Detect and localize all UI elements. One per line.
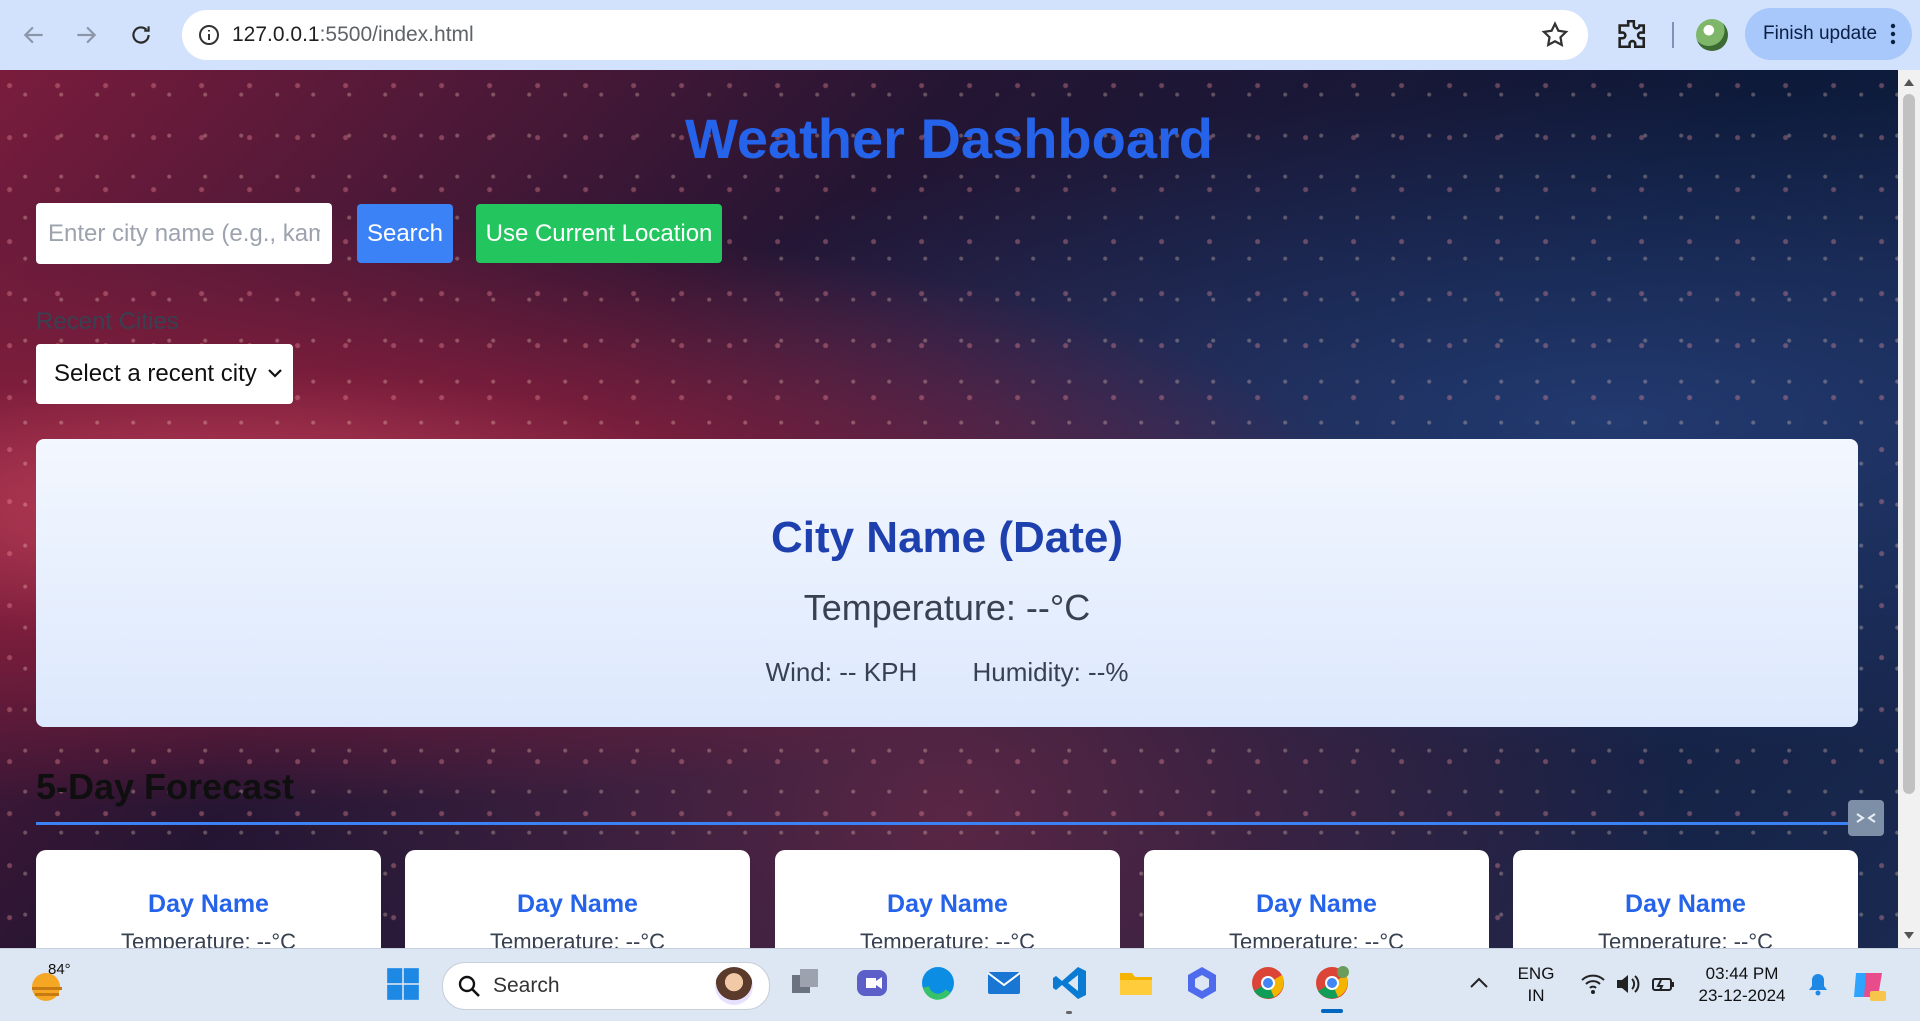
clock[interactable]: 03:44 PM 23-12-2024	[1694, 963, 1790, 1007]
humidity-value: Humidity: --%	[972, 657, 1129, 687]
region-code: IN	[1527, 986, 1545, 1005]
recent-city-select[interactable]: Select a recent city	[36, 344, 293, 404]
forecast-day-card: Day Name Temperature: --°C	[1513, 850, 1858, 948]
copilot-app-icon[interactable]	[1182, 963, 1222, 1003]
recent-cities-label: Recent Cities	[36, 308, 179, 335]
taskbar-search-label: Search	[493, 974, 560, 997]
copilot-icon[interactable]	[1848, 965, 1888, 1005]
collapse-widget-button[interactable]	[1848, 800, 1884, 836]
url-host: 127.0.0.1	[232, 23, 320, 46]
forecast-day-temperature: Temperature: --°C	[489, 929, 666, 948]
language-code: ENG	[1517, 964, 1555, 983]
chrome-profile-icon[interactable]	[1312, 963, 1352, 1003]
current-weather-card: City Name (Date) Temperature: --°C Wind:…	[36, 439, 1858, 727]
wifi-icon[interactable]	[1580, 971, 1606, 997]
finish-update-button[interactable]: Finish update	[1745, 8, 1912, 60]
chevron-down-icon	[268, 369, 282, 378]
more-menu-icon[interactable]	[1890, 22, 1896, 46]
notification-bell-icon[interactable]	[1806, 971, 1830, 997]
profile-avatar[interactable]	[1696, 19, 1728, 51]
url-path: :5500/index.html	[319, 23, 474, 46]
clock-date: 23-12-2024	[1698, 986, 1786, 1005]
forecast-day-temperature: Temperature: --°C	[1597, 929, 1774, 948]
forecast-heading: 5-Day Forecast	[36, 766, 295, 807]
city-search-input[interactable]	[36, 203, 332, 264]
wind-value: Wind: -- KPH	[765, 657, 918, 687]
windows-start-icon[interactable]	[384, 965, 422, 1003]
volume-icon[interactable]	[1614, 971, 1640, 997]
reload-button[interactable]	[116, 10, 166, 60]
vscode-icon[interactable]	[1050, 963, 1090, 1003]
forecast-day-name: Day Name	[1256, 890, 1377, 918]
forecast-day-name: Day Name	[887, 890, 1008, 918]
reload-icon	[132, 26, 150, 44]
task-view-icon[interactable]	[786, 963, 826, 1003]
back-arrow-icon	[23, 26, 43, 44]
browser-toolbar: 127.0.0.1:5500/index.html Finish update	[0, 0, 1920, 70]
search-button[interactable]: Search	[357, 204, 453, 263]
collapse-icon	[1856, 813, 1876, 823]
scroll-down-icon[interactable]	[1904, 932, 1914, 940]
windows-taskbar: 84° Search ENG IN 03:44 PM 23-12-2024	[0, 948, 1920, 1021]
scroll-up-icon[interactable]	[1904, 78, 1914, 86]
use-current-location-button[interactable]: Use Current Location	[476, 204, 722, 263]
page-title: Weather Dashboard	[685, 107, 1213, 170]
forecast-day-name: Day Name	[1625, 890, 1746, 918]
scrollbar-thumb[interactable]	[1903, 94, 1915, 794]
clock-time: 03:44 PM	[1705, 964, 1779, 983]
site-info-icon[interactable]	[194, 20, 224, 50]
language-indicator[interactable]: ENG IN	[1508, 963, 1564, 1007]
page-viewport: Weather Dashboard Search Use Current Loc…	[0, 70, 1898, 948]
taskbar-search-box[interactable]: Search	[442, 962, 770, 1010]
forecast-day-name: Day Name	[517, 890, 638, 918]
current-temperature: Temperature: --°C	[803, 587, 1091, 628]
finish-update-label: Finish update	[1763, 23, 1878, 44]
edge-icon[interactable]	[918, 963, 958, 1003]
forecast-divider	[36, 822, 1858, 825]
forecast-day-temperature: Temperature: --°C	[859, 929, 1036, 948]
current-metrics: Wind: -- KPH Humidity: --%	[36, 657, 1858, 688]
mail-icon[interactable]	[984, 963, 1024, 1003]
battery-icon[interactable]	[1650, 971, 1676, 997]
forecast-day-card: Day Name Temperature: --°C	[775, 850, 1120, 948]
back-button[interactable]	[9, 10, 59, 60]
active-app-indicator	[1321, 1009, 1343, 1013]
forecast-day-name: Day Name	[148, 890, 269, 918]
toolbar-divider	[1672, 22, 1674, 48]
bookmark-star-icon[interactable]	[1540, 20, 1570, 50]
search-highlight-image	[715, 967, 753, 1005]
search-icon	[458, 975, 480, 997]
url-text: 127.0.0.1:5500/index.html	[232, 23, 474, 47]
recent-city-selected: Select a recent city	[54, 360, 257, 387]
address-bar[interactable]: 127.0.0.1:5500/index.html	[182, 10, 1588, 60]
teams-icon[interactable]	[852, 963, 892, 1003]
forward-button[interactable]	[61, 10, 111, 60]
chrome-icon[interactable]	[1248, 963, 1288, 1003]
weather-temperature: 84°	[48, 961, 71, 978]
forecast-day-card: Day Name Temperature: --°C	[36, 850, 381, 948]
forecast-day-card: Day Name Temperature: --°C	[405, 850, 750, 948]
extensions-icon[interactable]	[1614, 17, 1648, 51]
forecast-day-temperature: Temperature: --°C	[120, 929, 297, 948]
file-explorer-icon[interactable]	[1116, 963, 1156, 1003]
city-date-title: City Name (Date)	[770, 513, 1124, 562]
forward-arrow-icon	[77, 26, 97, 44]
page-scrollbar[interactable]	[1898, 70, 1920, 948]
forecast-day-card: Day Name Temperature: --°C	[1144, 850, 1489, 948]
forecast-day-temperature: Temperature: --°C	[1228, 929, 1405, 948]
show-hidden-icons-chevron-icon[interactable]	[1468, 973, 1490, 995]
running-indicator	[1066, 1011, 1072, 1014]
